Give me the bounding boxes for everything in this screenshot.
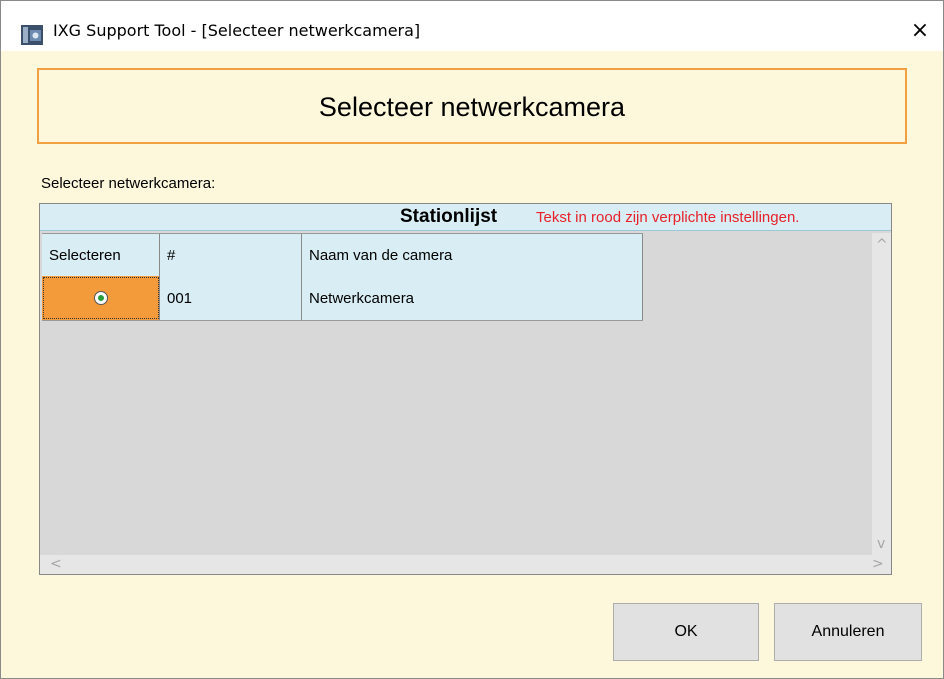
grid-caption: Stationlijst Tekst in rood zijn verplich… — [40, 204, 891, 231]
select-radio[interactable] — [93, 291, 108, 305]
camera-number: 001 — [160, 276, 302, 320]
window-title: IXG Support Tool - [Selecteer netwerkcam… — [53, 21, 421, 40]
camera-table: Selecteren # Naam van de camera 001 Netw… — [42, 233, 643, 321]
app-icon — [21, 25, 43, 45]
column-header-number[interactable]: # — [160, 234, 302, 276]
vertical-scrollbar[interactable]: ^ v — [872, 233, 891, 556]
column-header-camera-name[interactable]: Naam van de camera — [302, 234, 643, 276]
select-camera-label: Selecteer netwerkcamera: — [41, 175, 216, 192]
scroll-down-icon[interactable]: v — [877, 536, 885, 552]
dialog-window: IXG Support Tool - [Selecteer netwerkcam… — [0, 0, 944, 679]
column-header-select[interactable]: Selecteren — [42, 234, 160, 276]
camera-name: Netwerkcamera — [302, 276, 643, 320]
select-cell[interactable] — [42, 276, 160, 320]
close-button[interactable]: × — [897, 11, 943, 51]
horizontal-scrollbar[interactable]: < > — [40, 555, 891, 574]
scroll-right-icon[interactable]: > — [872, 556, 884, 572]
scroll-left-icon[interactable]: < — [50, 556, 62, 572]
station-list-title: Stationlijst — [400, 206, 498, 227]
station-grid: Stationlijst Tekst in rood zijn verplich… — [39, 203, 892, 575]
title-bar[interactable]: IXG Support Tool - [Selecteer netwerkcam… — [1, 1, 943, 51]
table-row[interactable]: 001 Netwerkcamera — [42, 276, 643, 321]
scroll-up-icon[interactable]: ^ — [876, 237, 888, 253]
table-header: Selecteren # Naam van de camera — [42, 233, 643, 277]
required-settings-hint: Tekst in rood zijn verplichte instelling… — [536, 209, 800, 226]
page-title-banner: Selecteer netwerkcamera — [37, 68, 907, 144]
ok-button[interactable]: OK — [613, 603, 759, 661]
cancel-button[interactable]: Annuleren — [774, 603, 922, 661]
